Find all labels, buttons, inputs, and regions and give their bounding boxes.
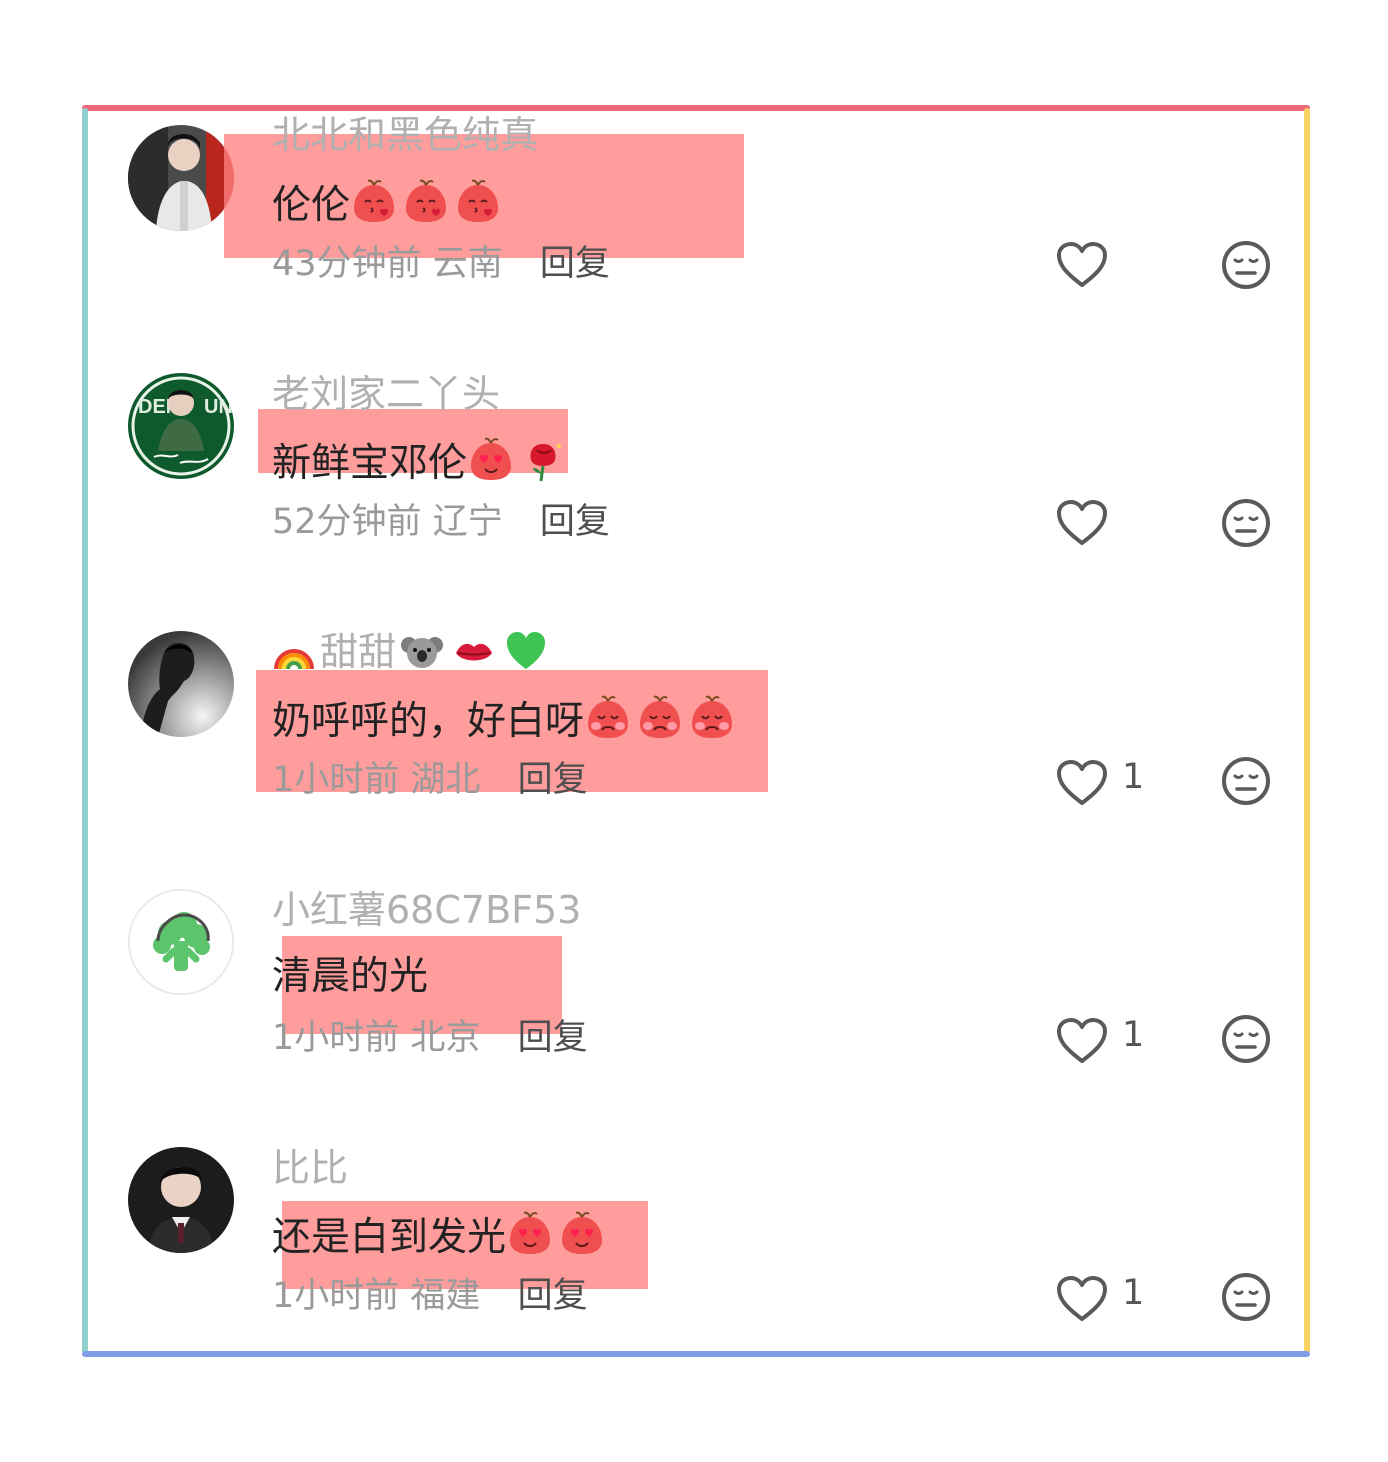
kiss-bean-emoji — [350, 178, 398, 224]
avatar[interactable] — [128, 889, 234, 995]
reply-button[interactable]: 回复 — [518, 1018, 588, 1058]
avatar[interactable]: DEN UN — [128, 373, 234, 479]
username[interactable]: 小红薯68C7BF53 — [272, 886, 581, 934]
heart-eyes-bean-emoji — [558, 1210, 606, 1256]
rainbow-emoji — [274, 649, 314, 670]
comment-text: 还是白到发光 — [272, 1210, 610, 1263]
broccoli-icon — [128, 889, 234, 995]
dislike-face-icon[interactable] — [1221, 1014, 1271, 1064]
reply-button[interactable]: 回复 — [518, 760, 588, 800]
username[interactable]: 比比 — [272, 1144, 348, 1192]
comment-text: 伦伦 — [272, 178, 506, 231]
comment-list: 北北和黑色纯真 伦伦 43分钟前 云南 回复 DEN UN 老刘家二丫头 新鲜宝… — [88, 111, 1304, 1351]
shy-bean-emoji — [688, 694, 736, 740]
comment-text: 清晨的光 — [272, 952, 428, 1002]
reply-button[interactable]: 回复 — [540, 244, 610, 284]
comment-meta: 43分钟前 云南 回复 — [272, 241, 610, 287]
comment-time: 1小时前 — [272, 1018, 400, 1058]
comment-time: 1小时前 — [272, 760, 400, 800]
avatar[interactable] — [128, 125, 234, 231]
comment-time: 43分钟前 — [272, 244, 422, 284]
green-heart-emoji — [507, 632, 546, 669]
heart-eyes-bean-emoji — [467, 436, 515, 482]
username-text: 甜甜 — [320, 630, 397, 674]
reply-button[interactable]: 回复 — [518, 1276, 588, 1316]
like-count: 1 — [1122, 757, 1145, 797]
svg-text:UN: UN — [204, 396, 233, 418]
comment-location: 辽宁 — [432, 502, 503, 542]
comment-meta: 1小时前 湖北 回复 — [272, 757, 588, 803]
rose-emoji — [530, 444, 562, 482]
like-heart-icon[interactable] — [1056, 759, 1108, 807]
kiss-bean-emoji — [402, 178, 450, 224]
username[interactable]: 北北和黑色纯真 — [272, 111, 538, 159]
kiss-bean-emoji — [454, 178, 502, 224]
comment-meta: 1小时前 福建 回复 — [272, 1273, 588, 1319]
comment-meta: 52分钟前 辽宁 回复 — [272, 499, 610, 545]
dislike-face-icon[interactable] — [1221, 756, 1271, 806]
like-count: 1 — [1122, 1273, 1145, 1313]
shy-bean-emoji — [584, 694, 632, 740]
comment-text: 奶呼呼的，好白呀 — [272, 694, 740, 747]
comment-item: 北北和黑色纯真 伦伦 43分钟前 云南 回复 — [88, 111, 1304, 349]
comment-time: 52分钟前 — [272, 502, 422, 542]
comment-item: 小红薯68C7BF53 清晨的光 1小时前 北京 回复 1 — [88, 873, 1304, 1123]
comment-text-content: 清晨的光 — [272, 954, 429, 999]
dislike-face-icon[interactable] — [1221, 240, 1271, 290]
comment-item: 甜甜 奶呼呼的，好白呀 1小时前 湖北 回复 1 — [88, 615, 1304, 865]
like-count: 1 — [1122, 1015, 1145, 1055]
like-heart-icon[interactable] — [1056, 241, 1108, 289]
comment-meta: 1小时前 北京 回复 — [272, 1015, 588, 1061]
comment-text: 新鲜宝邓伦 — [272, 436, 571, 489]
comment-location: 云南 — [432, 244, 503, 284]
avatar[interactable] — [128, 1147, 234, 1253]
koala-emoji — [401, 637, 444, 668]
kiss-mark-emoji — [456, 643, 493, 661]
dislike-face-icon[interactable] — [1221, 498, 1271, 548]
comment-item: 比比 还是白到发光 1小时前 福建 回复 1 — [88, 1131, 1304, 1351]
comment-location: 湖北 — [410, 760, 481, 800]
like-heart-icon[interactable] — [1056, 1275, 1108, 1323]
reply-button[interactable]: 回复 — [540, 502, 610, 542]
comment-location: 福建 — [410, 1276, 481, 1316]
shy-bean-emoji — [636, 694, 684, 740]
like-heart-icon[interactable] — [1056, 1017, 1108, 1065]
heart-eyes-bean-emoji — [506, 1210, 554, 1256]
comment-location: 北京 — [410, 1018, 481, 1058]
comment-item: DEN UN 老刘家二丫头 新鲜宝邓伦 52分钟前 辽宁 回复 — [88, 357, 1304, 607]
like-heart-icon[interactable] — [1056, 499, 1108, 547]
username[interactable]: 甜甜 — [272, 628, 552, 676]
frame-border-bottom — [82, 1351, 1310, 1357]
comment-text-content: 还是白到发光 — [272, 1215, 507, 1260]
comment-text-content: 新鲜宝邓伦 — [272, 441, 468, 486]
comment-text-content: 伦伦 — [272, 183, 351, 228]
username[interactable]: 老刘家二丫头 — [272, 370, 500, 418]
comment-text-content: 奶呼呼的，好白呀 — [272, 699, 585, 744]
comment-time: 1小时前 — [272, 1276, 400, 1316]
avatar[interactable] — [128, 631, 234, 737]
dislike-face-icon[interactable] — [1221, 1272, 1271, 1322]
frame-border-right — [1304, 108, 1310, 1354]
comment-panel-frame: 北北和黑色纯真 伦伦 43分钟前 云南 回复 DEN UN 老刘家二丫头 新鲜宝… — [82, 105, 1310, 1357]
